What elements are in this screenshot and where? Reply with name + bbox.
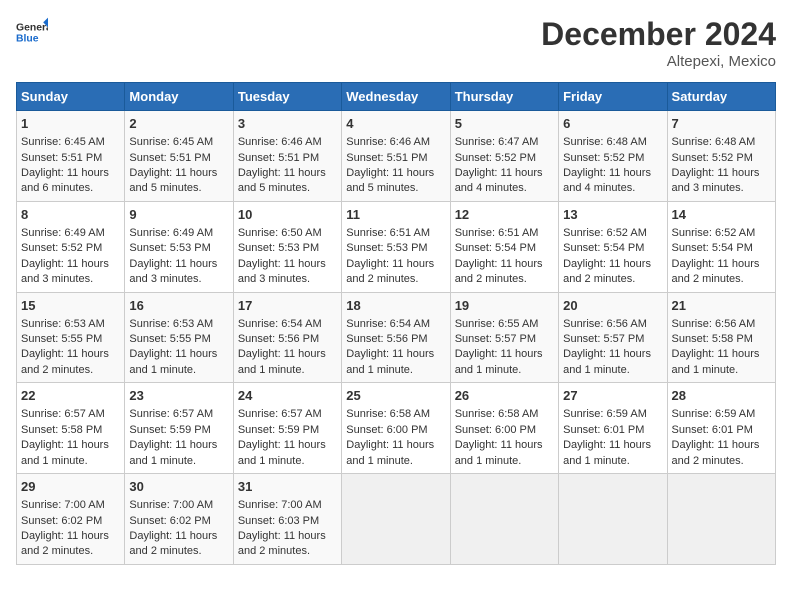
calendar-cell: 15Sunrise: 6:53 AM Sunset: 5:55 PM Dayli… [17, 292, 125, 383]
day-number: 7 [672, 115, 771, 133]
calendar-cell: 17Sunrise: 6:54 AM Sunset: 5:56 PM Dayli… [233, 292, 341, 383]
day-number: 28 [672, 387, 771, 405]
calendar-cell: 18Sunrise: 6:54 AM Sunset: 5:56 PM Dayli… [342, 292, 450, 383]
day-number: 22 [21, 387, 120, 405]
calendar-cell: 10Sunrise: 6:50 AM Sunset: 5:53 PM Dayli… [233, 201, 341, 292]
day-number: 1 [21, 115, 120, 133]
logo-icon: General Blue [16, 16, 48, 48]
day-number: 11 [346, 206, 445, 224]
calendar-week-row: 29Sunrise: 7:00 AM Sunset: 6:02 PM Dayli… [17, 474, 776, 565]
calendar-cell: 13Sunrise: 6:52 AM Sunset: 5:54 PM Dayli… [559, 201, 667, 292]
day-number: 18 [346, 297, 445, 315]
calendar-cell: 22Sunrise: 6:57 AM Sunset: 5:58 PM Dayli… [17, 383, 125, 474]
calendar-week-row: 15Sunrise: 6:53 AM Sunset: 5:55 PM Dayli… [17, 292, 776, 383]
title-area: December 2024 Altepexi, Mexico [541, 16, 776, 70]
day-number: 30 [129, 478, 228, 496]
day-number: 15 [21, 297, 120, 315]
day-number: 10 [238, 206, 337, 224]
calendar-cell: 28Sunrise: 6:59 AM Sunset: 6:01 PM Dayli… [667, 383, 775, 474]
col-saturday: Saturday [667, 83, 775, 111]
col-wednesday: Wednesday [342, 83, 450, 111]
day-number: 13 [563, 206, 662, 224]
calendar-cell: 23Sunrise: 6:57 AM Sunset: 5:59 PM Dayli… [125, 383, 233, 474]
calendar-cell: 14Sunrise: 6:52 AM Sunset: 5:54 PM Dayli… [667, 201, 775, 292]
calendar-cell: 20Sunrise: 6:56 AM Sunset: 5:57 PM Dayli… [559, 292, 667, 383]
day-number: 24 [238, 387, 337, 405]
calendar-week-row: 22Sunrise: 6:57 AM Sunset: 5:58 PM Dayli… [17, 383, 776, 474]
calendar-cell: 16Sunrise: 6:53 AM Sunset: 5:55 PM Dayli… [125, 292, 233, 383]
page-header: General Blue December 2024 Altepexi, Mex… [16, 16, 776, 70]
calendar-cell: 4Sunrise: 6:46 AM Sunset: 5:51 PM Daylig… [342, 111, 450, 202]
calendar-week-row: 1Sunrise: 6:45 AM Sunset: 5:51 PM Daylig… [17, 111, 776, 202]
month-title: December 2024 [541, 16, 776, 53]
day-number: 8 [21, 206, 120, 224]
day-number: 2 [129, 115, 228, 133]
day-number: 4 [346, 115, 445, 133]
logo: General Blue [16, 16, 48, 48]
svg-text:Blue: Blue [16, 34, 39, 45]
col-sunday: Sunday [17, 83, 125, 111]
day-number: 23 [129, 387, 228, 405]
day-number: 3 [238, 115, 337, 133]
calendar-cell: 8Sunrise: 6:49 AM Sunset: 5:52 PM Daylig… [17, 201, 125, 292]
calendar-cell: 12Sunrise: 6:51 AM Sunset: 5:54 PM Dayli… [450, 201, 558, 292]
calendar-cell [342, 474, 450, 565]
calendar-cell: 30Sunrise: 7:00 AM Sunset: 6:02 PM Dayli… [125, 474, 233, 565]
day-number: 20 [563, 297, 662, 315]
calendar-cell: 26Sunrise: 6:58 AM Sunset: 6:00 PM Dayli… [450, 383, 558, 474]
col-tuesday: Tuesday [233, 83, 341, 111]
day-number: 17 [238, 297, 337, 315]
calendar-table: Sunday Monday Tuesday Wednesday Thursday… [16, 82, 776, 565]
day-number: 19 [455, 297, 554, 315]
calendar-cell: 24Sunrise: 6:57 AM Sunset: 5:59 PM Dayli… [233, 383, 341, 474]
calendar-cell [450, 474, 558, 565]
day-number: 12 [455, 206, 554, 224]
calendar-cell: 21Sunrise: 6:56 AM Sunset: 5:58 PM Dayli… [667, 292, 775, 383]
calendar-cell: 29Sunrise: 7:00 AM Sunset: 6:02 PM Dayli… [17, 474, 125, 565]
calendar-cell: 5Sunrise: 6:47 AM Sunset: 5:52 PM Daylig… [450, 111, 558, 202]
calendar-week-row: 8Sunrise: 6:49 AM Sunset: 5:52 PM Daylig… [17, 201, 776, 292]
day-number: 6 [563, 115, 662, 133]
svg-text:General: General [16, 22, 48, 33]
day-number: 5 [455, 115, 554, 133]
calendar-cell: 6Sunrise: 6:48 AM Sunset: 5:52 PM Daylig… [559, 111, 667, 202]
day-number: 21 [672, 297, 771, 315]
calendar-cell: 19Sunrise: 6:55 AM Sunset: 5:57 PM Dayli… [450, 292, 558, 383]
calendar-cell: 25Sunrise: 6:58 AM Sunset: 6:00 PM Dayli… [342, 383, 450, 474]
col-friday: Friday [559, 83, 667, 111]
day-number: 31 [238, 478, 337, 496]
col-monday: Monday [125, 83, 233, 111]
calendar-cell: 11Sunrise: 6:51 AM Sunset: 5:53 PM Dayli… [342, 201, 450, 292]
day-number: 25 [346, 387, 445, 405]
day-number: 16 [129, 297, 228, 315]
header-row: Sunday Monday Tuesday Wednesday Thursday… [17, 83, 776, 111]
col-thursday: Thursday [450, 83, 558, 111]
day-number: 26 [455, 387, 554, 405]
calendar-cell [559, 474, 667, 565]
calendar-cell: 27Sunrise: 6:59 AM Sunset: 6:01 PM Dayli… [559, 383, 667, 474]
calendar-cell: 9Sunrise: 6:49 AM Sunset: 5:53 PM Daylig… [125, 201, 233, 292]
day-number: 9 [129, 206, 228, 224]
day-number: 29 [21, 478, 120, 496]
day-number: 14 [672, 206, 771, 224]
calendar-cell: 1Sunrise: 6:45 AM Sunset: 5:51 PM Daylig… [17, 111, 125, 202]
calendar-cell: 7Sunrise: 6:48 AM Sunset: 5:52 PM Daylig… [667, 111, 775, 202]
day-number: 27 [563, 387, 662, 405]
location: Altepexi, Mexico [541, 53, 776, 70]
calendar-cell: 2Sunrise: 6:45 AM Sunset: 5:51 PM Daylig… [125, 111, 233, 202]
calendar-cell: 3Sunrise: 6:46 AM Sunset: 5:51 PM Daylig… [233, 111, 341, 202]
calendar-cell [667, 474, 775, 565]
calendar-cell: 31Sunrise: 7:00 AM Sunset: 6:03 PM Dayli… [233, 474, 341, 565]
